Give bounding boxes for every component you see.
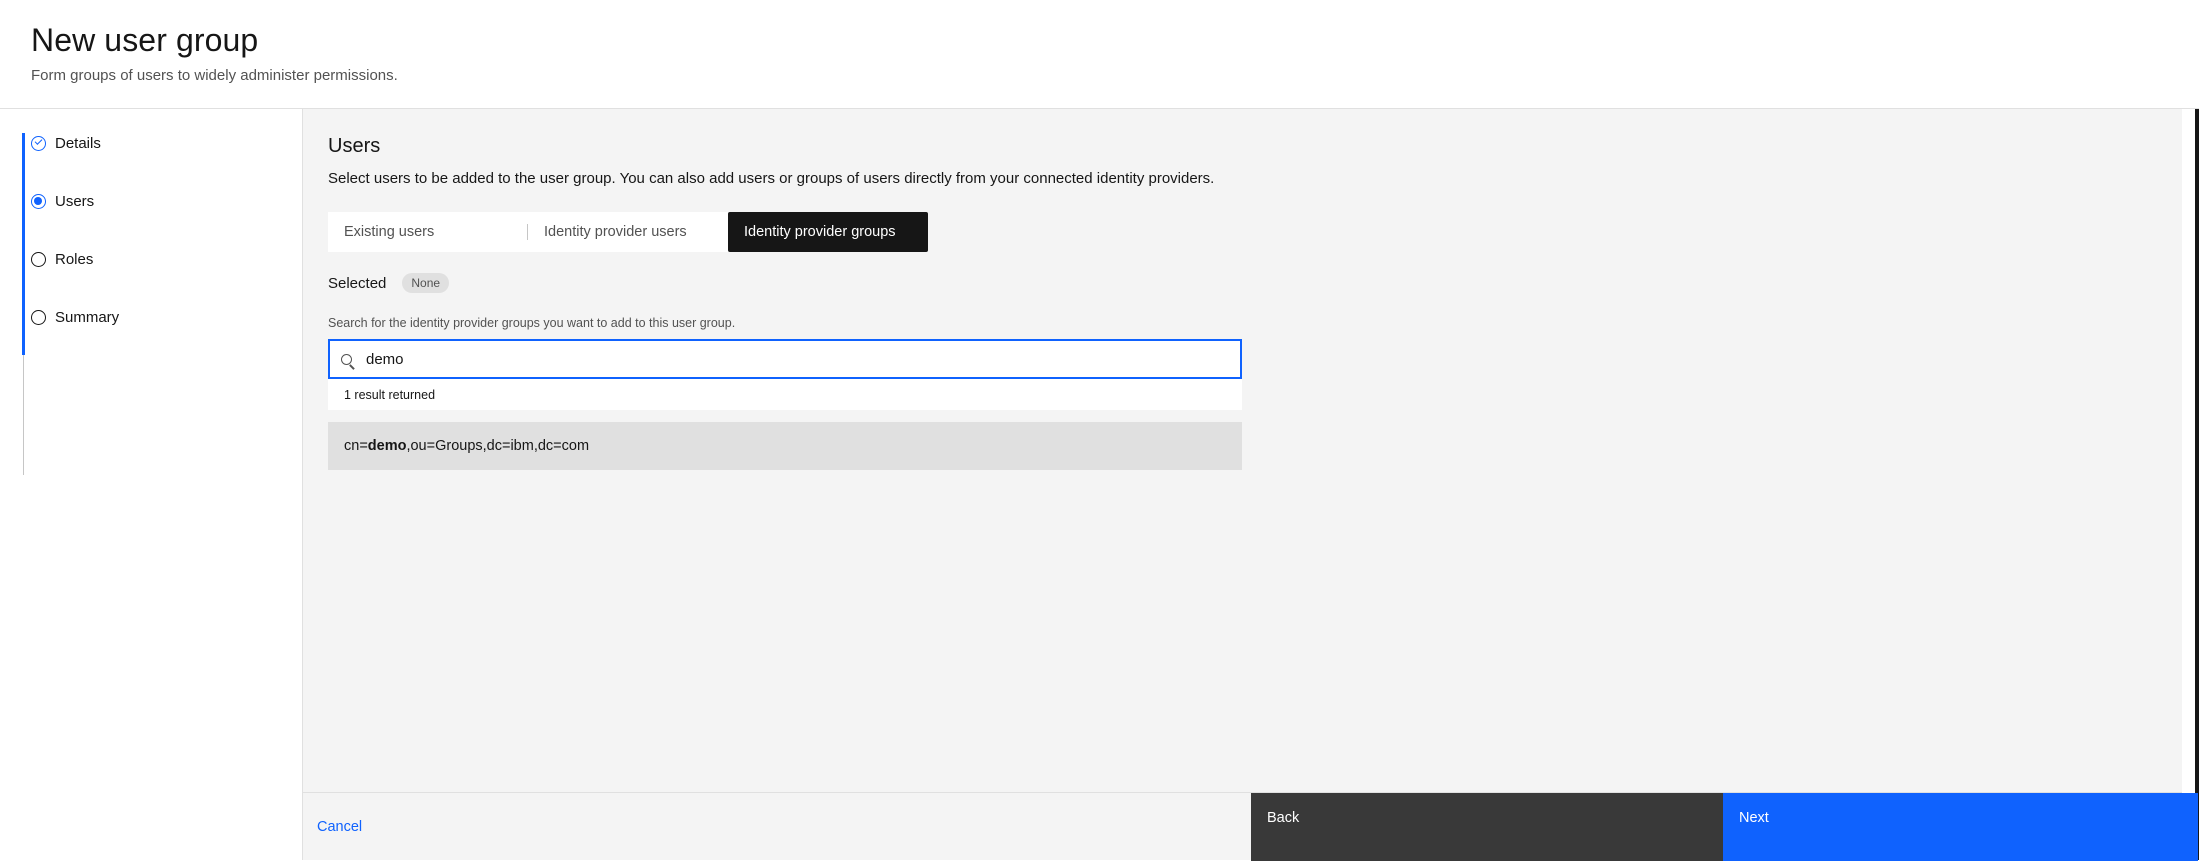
search-icon (330, 341, 366, 377)
checkmark-circle-icon (31, 135, 46, 151)
step-label: Users (55, 192, 95, 210)
step-label: Roles (55, 250, 94, 268)
selected-label: Selected (328, 274, 387, 292)
result-suffix: ,ou=Groups,dc=ibm,dc=com (406, 438, 590, 454)
cancel-button[interactable]: Cancel (317, 793, 362, 861)
result-match: demo (367, 438, 407, 454)
selected-tag: None (402, 273, 450, 293)
progress-track-active (22, 133, 25, 355)
step-roles[interactable]: Roles (31, 239, 93, 279)
section-description: Select users to be added to the user gro… (328, 170, 1215, 187)
content-switcher: Existing users Identity provider users I… (328, 212, 928, 252)
step-details[interactable]: Details (31, 123, 101, 163)
page-title: New user group (31, 22, 259, 58)
current-step-icon (31, 193, 46, 209)
search-result-item[interactable]: cn= demo ,ou=Groups,dc=ibm,dc=com (328, 422, 1242, 470)
main-content: Users Select users to be added to the us… (303, 109, 2182, 792)
step-summary[interactable]: Summary (31, 297, 119, 337)
empty-circle-icon (31, 251, 46, 267)
result-prefix: cn= (344, 438, 368, 454)
footer-actions: Cancel Back Next (303, 792, 2198, 861)
window-edge (2195, 0, 2199, 860)
step-users[interactable]: Users (31, 181, 94, 221)
search-input[interactable] (366, 341, 1226, 377)
search-helper-text: Search for the identity provider groups … (328, 316, 736, 330)
selected-row: Selected None (328, 271, 450, 295)
back-button[interactable]: Back (1251, 793, 1723, 861)
empty-circle-icon (31, 309, 46, 325)
step-label: Summary (55, 308, 120, 326)
progress-step-nav: Details Users Roles Summary (0, 109, 303, 860)
tab-identity-provider-groups[interactable]: Identity provider groups (728, 212, 928, 252)
page-header: New user group Form groups of users to w… (0, 0, 2199, 109)
next-button[interactable]: Next (1723, 793, 2198, 861)
search-box[interactable] (328, 339, 1242, 379)
tab-existing-users[interactable]: Existing users (328, 212, 528, 252)
tab-identity-provider-users[interactable]: Identity provider users (528, 212, 728, 252)
step-label: Details (55, 134, 101, 152)
results-count: 1 result returned (328, 379, 1242, 410)
page-subtitle: Form groups of users to widely administe… (31, 67, 398, 84)
section-title: Users (328, 135, 381, 157)
